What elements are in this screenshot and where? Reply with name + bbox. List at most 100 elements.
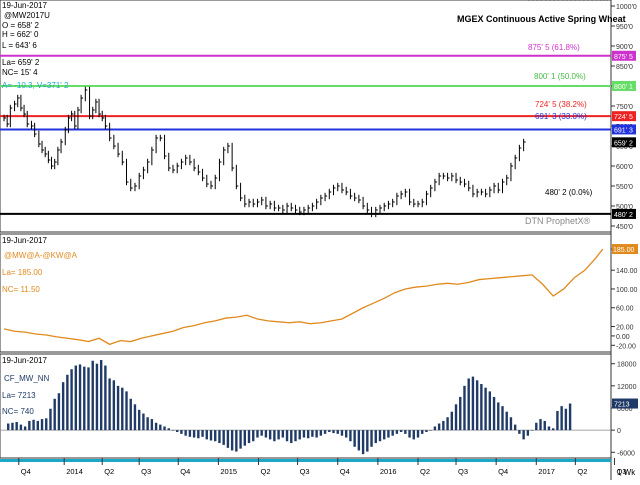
cot-bar <box>357 430 361 451</box>
cot-bar <box>454 404 458 431</box>
price-tick-label: 750'0 <box>616 104 633 111</box>
cot-bar <box>188 430 192 437</box>
cot-bar <box>378 430 382 442</box>
time-tick-label: 2017 <box>538 467 555 476</box>
cot-bar <box>344 430 348 438</box>
cot-bar <box>142 413 145 431</box>
cot-bar <box>281 430 285 438</box>
fib-tag-330-label: 691' 3 <box>614 127 633 134</box>
fib-label-00: 480' 2 (0.0%) <box>545 188 593 197</box>
fib-label-618: 875' 5 (61.8%) <box>528 43 580 52</box>
cot-bar <box>509 417 513 431</box>
bot-panel-stat-netchange: NC= 740 <box>2 407 34 416</box>
cot-bar <box>530 430 534 431</box>
cot-bar <box>95 363 99 431</box>
cot-bar <box>349 430 352 442</box>
cot-bar <box>70 369 73 431</box>
price-tick-label: 550'0 <box>616 184 633 191</box>
cot-bar <box>239 430 242 449</box>
cot-bar <box>61 382 65 431</box>
cot-bar <box>568 403 572 431</box>
cot-bar <box>442 420 445 431</box>
cot-bar <box>336 430 339 434</box>
cot-bar <box>74 365 78 431</box>
cot-bar <box>66 374 69 431</box>
chart-svg: 450'0500'0550'0600'0650'0700'0750'0800'0… <box>0 0 640 480</box>
fib-tag-00-label: 480' 2 <box>614 212 633 219</box>
cot-bar <box>539 419 542 431</box>
cot-bar <box>243 430 246 446</box>
cot-bar <box>467 378 470 431</box>
cot-bar <box>306 430 310 439</box>
cot-bar <box>374 430 377 444</box>
cot-bar <box>154 422 158 431</box>
spread-tick-label: 20.00 <box>616 325 634 332</box>
cot-bar <box>150 419 154 431</box>
price-tick-label: 1000'0 <box>616 4 637 11</box>
cot-bar <box>412 430 415 440</box>
cot-bar <box>459 396 462 431</box>
time-tick-label: Q3 <box>141 467 151 476</box>
bot-panel-date: 19-Jun-2017 <box>2 356 47 365</box>
cot-bar <box>11 422 14 431</box>
time-tick-label: Q2 <box>104 467 114 476</box>
cot-bar <box>294 430 297 442</box>
time-tick-label: 2016 <box>380 467 397 476</box>
spread-tick-label: 60.00 <box>616 306 634 313</box>
cot-bar <box>201 430 204 437</box>
cot-bar <box>311 430 314 437</box>
cot-bar <box>53 398 56 431</box>
spread-last-tag-label: 185.00 <box>613 247 635 254</box>
cot-bar <box>535 422 538 431</box>
cot-bar <box>112 380 116 431</box>
cot-bar <box>488 391 492 431</box>
cot-bar <box>298 430 301 440</box>
cot-bar <box>484 387 487 431</box>
fib-label-500: 800' 1 (50.0%) <box>534 72 586 81</box>
chart-root: 450'0500'0550'0600'0650'0700'0750'0800'0… <box>0 0 640 480</box>
cot-bar <box>429 430 432 431</box>
cot-bar <box>273 430 276 442</box>
cot-bar <box>7 423 10 431</box>
cot-bar <box>19 424 23 431</box>
cot-bar <box>433 426 437 431</box>
cot-bar <box>446 417 449 431</box>
cot-bar <box>395 430 399 434</box>
cot-bar <box>268 430 272 440</box>
last-price-tag-label: 659' 2 <box>614 140 633 147</box>
cot-bar <box>116 385 120 431</box>
time-tick-label: Q3 <box>300 467 310 476</box>
cot-bar <box>146 417 149 431</box>
cot-bar <box>387 430 390 438</box>
cot-bar <box>551 428 555 431</box>
cot-tick-label: 0 <box>617 428 621 435</box>
cot-bar <box>285 430 289 442</box>
cot-bar <box>125 391 128 431</box>
cot-bar <box>235 430 238 452</box>
cot-bar <box>475 380 479 431</box>
time-tick-label: Q2 <box>420 467 430 476</box>
cot-bar <box>526 430 530 436</box>
cot-bar <box>328 430 331 432</box>
cot-bar <box>290 430 293 444</box>
cot-bar <box>463 385 466 431</box>
cot-bar <box>492 396 496 431</box>
time-tick-label: Q4 <box>498 467 508 476</box>
cot-bar <box>99 360 103 431</box>
cot-bar <box>450 411 454 431</box>
cot-tick-label: 12000 <box>617 384 637 391</box>
cot-bar <box>209 430 213 441</box>
cot-bar <box>547 426 551 431</box>
cot-bar <box>121 387 124 431</box>
cot-bar <box>192 430 196 438</box>
spread-tick-label: 100.00 <box>616 287 638 294</box>
cot-bar <box>302 430 306 438</box>
cot-bar <box>205 430 208 440</box>
fib-label-330: 691' 3 (33.0%) <box>535 112 587 121</box>
cot-bar <box>564 408 568 431</box>
cot-bar <box>91 360 94 431</box>
cot-bar <box>214 430 217 442</box>
cot-bar <box>163 426 166 431</box>
cot-bar <box>184 430 187 436</box>
top-panel-stat-high: H = 662' 0 <box>2 30 39 39</box>
